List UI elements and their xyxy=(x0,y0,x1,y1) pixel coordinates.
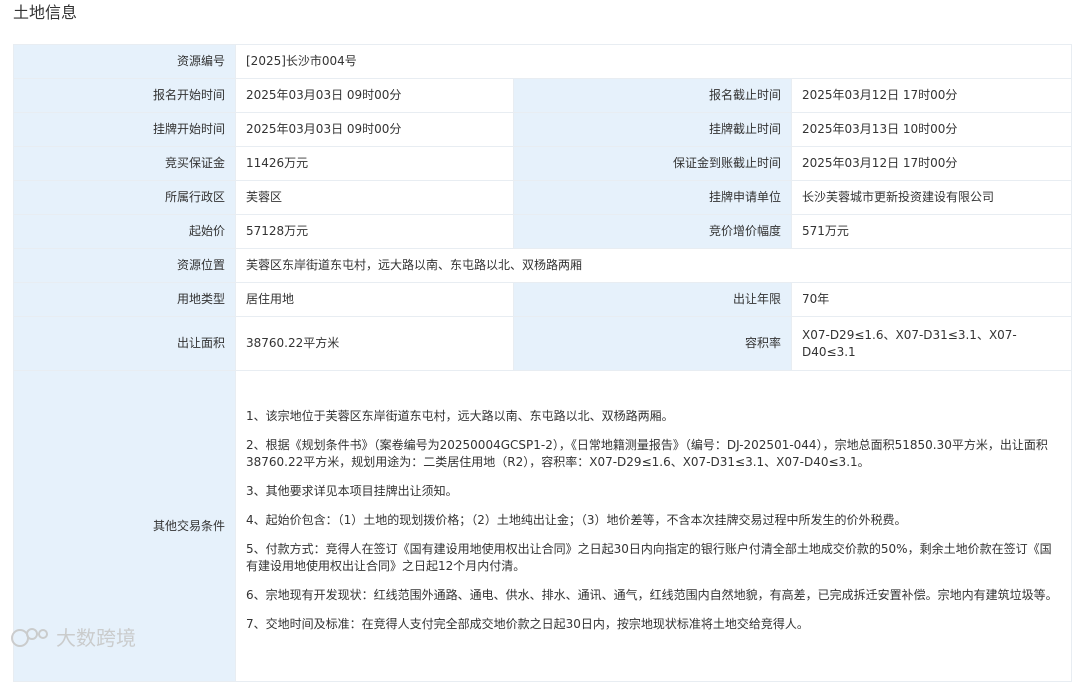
table-row: 用地类型 居住用地 出让年限 70年 xyxy=(13,282,1072,317)
value-land-use: 居住用地 xyxy=(235,282,514,317)
value-applicant: 长沙芙蓉城市更新投资建设有限公司 xyxy=(791,180,1072,215)
label-list-start: 挂牌开始时间 xyxy=(13,112,236,147)
value-location: 芙蓉区东岸街道东屯村，远大路以南、东屯路以北、双杨路两厢 xyxy=(235,248,1072,283)
label-deposit: 竞买保证金 xyxy=(13,146,236,181)
value-deposit: 11426万元 xyxy=(235,146,514,181)
label-district: 所属行政区 xyxy=(13,180,236,215)
label-location: 资源位置 xyxy=(13,248,236,283)
value-area: 38760.22平方米 xyxy=(235,316,514,371)
table-row: 其他交易条件 1、该宗地位于芙蓉区东岸街道东屯村，远大路以南、东屯路以北、双杨路… xyxy=(13,370,1072,682)
label-reg-end: 报名截止时间 xyxy=(513,78,792,113)
condition-item: 5、付款方式：竞得人在签订《国有建设用地使用权出让合同》之日起30日内向指定的银… xyxy=(246,541,1052,573)
value-reg-end: 2025年03月12日 17时00分 xyxy=(791,78,1072,113)
label-increment: 竞价增价幅度 xyxy=(513,214,792,249)
condition-item: 4、起始价包含：（1）土地的现划拨价格；（2）土地纯出让金；（3）地价差等，不含… xyxy=(246,512,907,527)
value-start-price: 57128万元 xyxy=(235,214,514,249)
value-list-end: 2025年03月13日 10时00分 xyxy=(791,112,1072,147)
label-term: 出让年限 xyxy=(513,282,792,317)
label-resource-no: 资源编号 xyxy=(13,44,236,79)
label-far: 容积率 xyxy=(513,316,792,371)
condition-item: 7、交地时间及标准：在竞得人支付完全部成交地价款之日起30日内，按宗地现状标准将… xyxy=(246,616,809,631)
value-reg-start: 2025年03月03日 09时00分 xyxy=(235,78,514,113)
label-land-use: 用地类型 xyxy=(13,282,236,317)
value-other-conditions: 1、该宗地位于芙蓉区东岸街道东屯村，远大路以南、东屯路以北、双杨路两厢。 2、根… xyxy=(235,370,1072,682)
brand-logo-icon xyxy=(11,627,48,647)
value-far: X07-D29≤1.6、X07-D31≤3.1、X07-D40≤3.1 xyxy=(791,316,1072,371)
watermark-text: 大数跨境 xyxy=(56,626,136,650)
value-list-start: 2025年03月03日 09时00分 xyxy=(235,112,514,147)
table-row: 竞买保证金 11426万元 保证金到账截止时间 2025年03月12日 17时0… xyxy=(13,146,1072,181)
label-list-end: 挂牌截止时间 xyxy=(513,112,792,147)
value-increment: 571万元 xyxy=(791,214,1072,249)
condition-item: 1、该宗地位于芙蓉区东岸街道东屯村，远大路以南、东屯路以北、双杨路两厢。 xyxy=(246,408,674,423)
label-area: 出让面积 xyxy=(13,316,236,371)
table-row: 挂牌开始时间 2025年03月03日 09时00分 挂牌截止时间 2025年03… xyxy=(13,112,1072,147)
watermark: 大数跨境 xyxy=(10,622,136,651)
table-row: 所属行政区 芙蓉区 挂牌申请单位 长沙芙蓉城市更新投资建设有限公司 xyxy=(13,180,1072,215)
page-title: 土地信息 xyxy=(13,3,78,22)
table-row: 出让面积 38760.22平方米 容积率 X07-D29≤1.6、X07-D31… xyxy=(13,316,1072,371)
condition-item: 6、宗地现有开发现状：红线范围外通路、通电、供水、排水、通讯、通气，红线范围内自… xyxy=(246,587,1058,602)
label-applicant: 挂牌申请单位 xyxy=(513,180,792,215)
land-info-table: 资源编号 [2025]长沙市004号 报名开始时间 2025年03月03日 09… xyxy=(13,44,1072,682)
table-row: 资源位置 芙蓉区东岸街道东屯村，远大路以南、东屯路以北、双杨路两厢 xyxy=(13,248,1072,283)
table-row: 报名开始时间 2025年03月03日 09时00分 报名截止时间 2025年03… xyxy=(13,78,1072,113)
value-deposit-deadline: 2025年03月12日 17时00分 xyxy=(791,146,1072,181)
condition-item: 2、根据《规划条件书》（案卷编号为20250004GCSP1-2），《日常地籍测… xyxy=(246,437,1048,469)
table-row: 资源编号 [2025]长沙市004号 xyxy=(13,44,1072,79)
label-reg-start: 报名开始时间 xyxy=(13,78,236,113)
table-row: 起始价 57128万元 竞价增价幅度 571万元 xyxy=(13,214,1072,249)
value-resource-no: [2025]长沙市004号 xyxy=(235,44,1072,79)
label-start-price: 起始价 xyxy=(13,214,236,249)
value-term: 70年 xyxy=(791,282,1072,317)
value-district: 芙蓉区 xyxy=(235,180,514,215)
condition-item: 3、其他要求详见本项目挂牌出让须知。 xyxy=(246,483,458,498)
label-deposit-deadline: 保证金到账截止时间 xyxy=(513,146,792,181)
